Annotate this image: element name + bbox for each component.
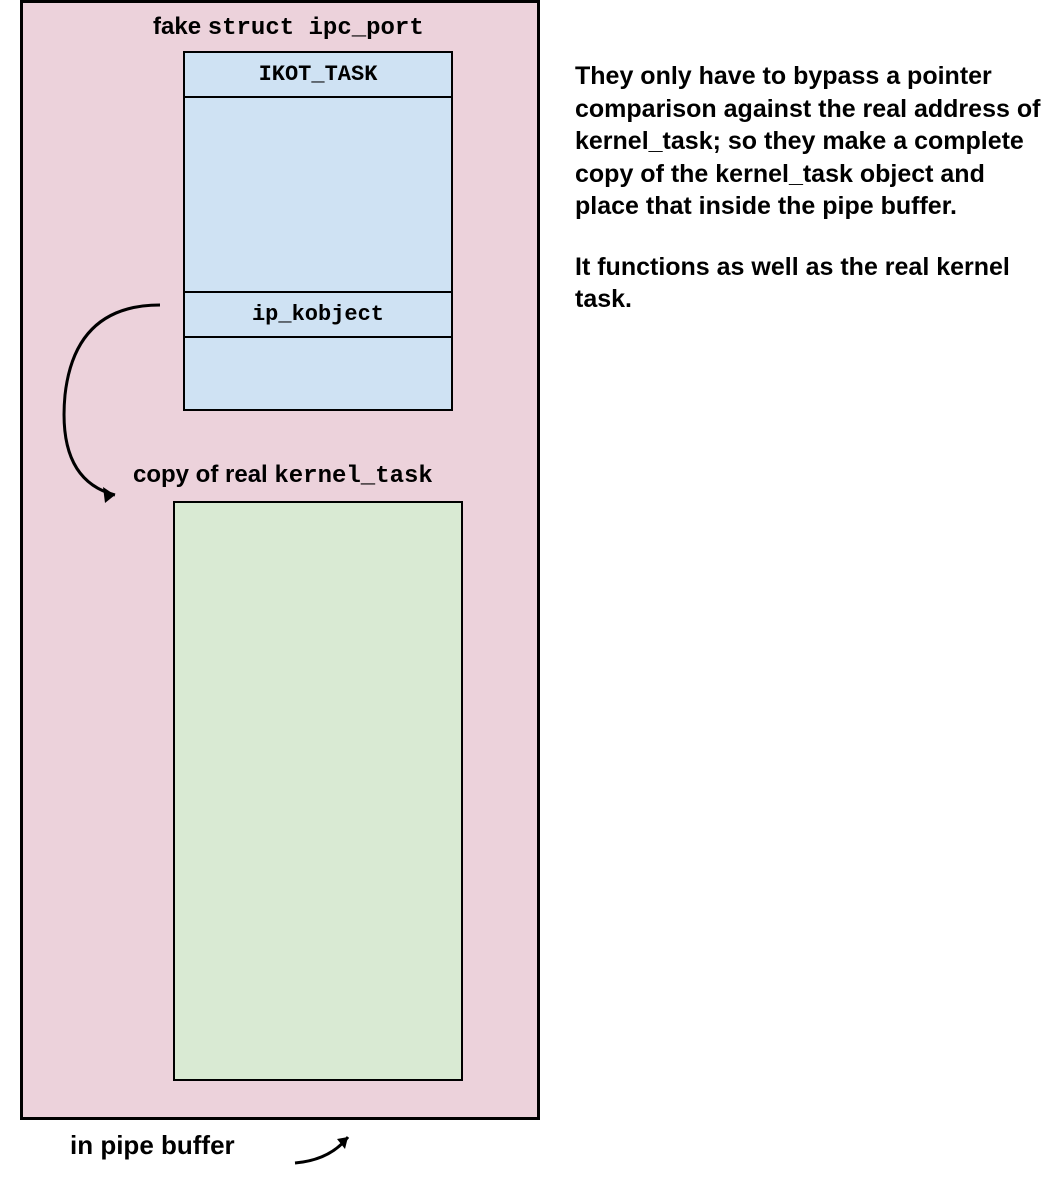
fake-label: fake	[153, 13, 208, 40]
ipc-port-struct: IKOT_TASK ip_kobject	[183, 51, 453, 411]
copy-kernel-task-title: copy of real kernel_task	[133, 461, 433, 490]
pipe-buffer-box: fake struct ipc_port IKOT_TASK ip_kobjec…	[20, 0, 540, 1120]
struct-spacer	[185, 98, 451, 293]
explanation-paragraph-1: They only have to bypass a pointer compa…	[575, 60, 1045, 223]
pipe-buffer-label: in pipe buffer	[70, 1130, 235, 1161]
ip-kobject-field: ip_kobject	[185, 293, 451, 338]
explanation-paragraph-2: It functions as well as the real kernel …	[575, 251, 1045, 316]
ikot-task-field: IKOT_TASK	[185, 53, 451, 98]
explanation-text: They only have to bypass a pointer compa…	[575, 60, 1045, 344]
struct-label: struct ipc_port	[208, 15, 424, 42]
copy-prefix: copy of real	[133, 461, 274, 488]
kernel-task-label: kernel_task	[274, 463, 432, 490]
pipe-buffer-arrow-icon	[290, 1125, 370, 1170]
fake-struct-title: fake struct ipc_port	[153, 13, 424, 42]
kernel-task-copy-box	[173, 501, 463, 1081]
struct-bottom	[185, 338, 451, 413]
diagram-area: fake struct ipc_port IKOT_TASK ip_kobjec…	[0, 0, 560, 1200]
